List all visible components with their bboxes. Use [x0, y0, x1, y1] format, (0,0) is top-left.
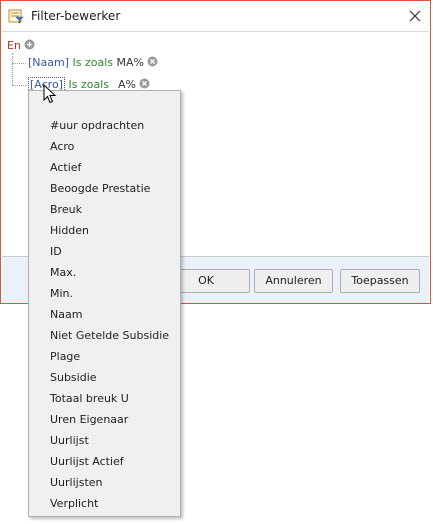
close-icon: [409, 10, 421, 22]
dropdown-item[interactable]: Breuk: [50, 203, 82, 216]
tree-connector: [12, 85, 26, 86]
close-button[interactable]: [400, 1, 430, 31]
title-bar: Filter-bewerker: [1, 1, 430, 31]
condition-field[interactable]: [Naam]: [28, 56, 69, 69]
tree-connector: [12, 63, 26, 64]
dropdown-item[interactable]: Max.: [50, 266, 76, 279]
dropdown-item[interactable]: Totaal breuk U: [50, 392, 129, 405]
dropdown-item[interactable]: Plage: [50, 350, 80, 363]
dropdown-item[interactable]: Beoogde Prestatie: [50, 182, 150, 195]
mouse-cursor-icon: [43, 84, 57, 104]
dropdown-item[interactable]: Acro: [50, 140, 74, 153]
dropdown-item[interactable]: #uur opdrachten: [50, 119, 144, 132]
condition-operator[interactable]: Is zoals: [73, 56, 114, 69]
dropdown-item[interactable]: Uren Eigenaar: [50, 413, 128, 426]
remove-condition-icon[interactable]: [147, 56, 158, 67]
dropdown-item[interactable]: Naam: [50, 308, 82, 321]
dropdown-item[interactable]: ID: [50, 245, 62, 258]
condition-row-1: [Naam] Is zoals MA%: [28, 56, 158, 70]
field-dropdown[interactable]: #uur opdrachten Acro Actief Beoogde Pres…: [28, 90, 181, 517]
add-condition-icon[interactable]: [24, 39, 35, 50]
tree-connector: [12, 53, 13, 85]
dropdown-item[interactable]: Actief: [50, 161, 81, 174]
dropdown-item[interactable]: Subsidie: [50, 371, 97, 384]
condition-value[interactable]: MA%: [117, 56, 144, 69]
dropdown-item[interactable]: Uurlijst: [50, 434, 89, 447]
filter-editor-icon: [8, 8, 24, 24]
window-title: Filter-bewerker: [31, 9, 121, 23]
remove-condition-icon[interactable]: [139, 78, 150, 89]
dropdown-item[interactable]: Uurlijst Actief: [50, 455, 124, 468]
apply-button[interactable]: Toepassen: [340, 269, 420, 293]
cancel-button[interactable]: Annuleren: [254, 269, 333, 293]
dropdown-item[interactable]: Min.: [50, 287, 73, 300]
dropdown-item[interactable]: Hidden: [50, 224, 89, 237]
dropdown-item[interactable]: Verplicht: [50, 497, 98, 510]
dropdown-item[interactable]: Uurlijsten: [50, 476, 103, 489]
dropdown-item[interactable]: Niet Getelde Subsidie: [50, 329, 169, 342]
group-operator[interactable]: En: [7, 39, 21, 52]
group-node: En: [7, 39, 35, 53]
